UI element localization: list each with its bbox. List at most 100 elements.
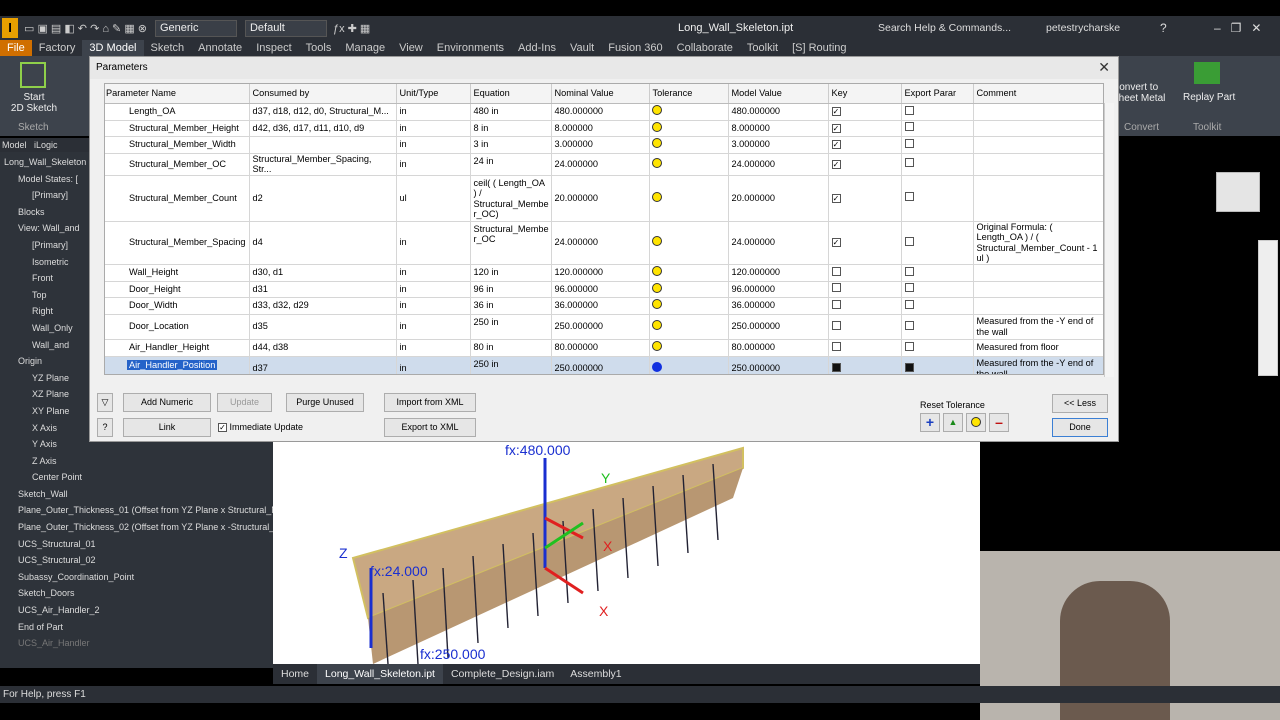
done-button[interactable]: Done	[1052, 418, 1108, 437]
key-cell[interactable]	[828, 297, 902, 315]
ribbon-tab-14[interactable]: Toolkit	[740, 40, 785, 56]
parameter-row[interactable]: Door_Width d33, d32, d29 in 36 in 36.000000 3…	[105, 297, 1103, 315]
ribbon-tab-10[interactable]: Add-Ins	[511, 40, 563, 56]
equation-cell[interactable]: 8 in	[470, 120, 552, 137]
export-cell[interactable]	[901, 120, 974, 137]
start-sketch-icon[interactable]	[20, 62, 46, 88]
parameter-row[interactable]: Length_OA d37, d18, d12, d0, Structural_M…	[105, 103, 1103, 121]
convert-sheet-metal-button[interactable]: Convert to Sheet Metal	[1112, 82, 1170, 104]
browser-node[interactable]: UCS_Structural_01	[0, 536, 273, 553]
ribbon-tab-5[interactable]: Inspect	[249, 40, 298, 56]
equation-cell[interactable]: ceil( ( Length_OA ) / Structural_Membe r…	[470, 175, 552, 222]
comment-cell[interactable]: Original Formula: ( Length_OA ) / ( Stru…	[973, 221, 1103, 265]
column-header[interactable]: Key	[828, 84, 902, 104]
equation-cell[interactable]: 24 in	[470, 153, 552, 176]
param-name-cell[interactable]: Door_Location	[105, 314, 250, 340]
update-button[interactable]: Update	[217, 393, 272, 412]
key-checkbox[interactable]: ✓	[831, 193, 841, 203]
key-checkbox[interactable]: ✓	[831, 159, 841, 169]
comment-cell[interactable]	[973, 120, 1103, 137]
export-cell[interactable]	[901, 221, 974, 265]
export-xml-button[interactable]: Export to XML	[384, 418, 476, 437]
ribbon-tab-1[interactable]: Factory	[32, 40, 83, 56]
export-cell[interactable]	[901, 175, 974, 222]
key-cell[interactable]: ✓	[828, 221, 902, 265]
param-name-cell[interactable]: Length_OA	[105, 103, 250, 121]
ribbon-tab-0[interactable]: File	[0, 40, 32, 56]
comment-cell[interactable]	[973, 297, 1103, 315]
nominal-value-cell[interactable]: 250.000000	[551, 314, 650, 340]
browser-node[interactable]: UCS_Air_Handler	[0, 635, 273, 652]
tab-home[interactable]: Home	[273, 668, 317, 680]
comment-cell[interactable]: Measured from the -Y end of the wall	[973, 314, 1103, 340]
material-select[interactable]: Generic	[154, 19, 237, 37]
ribbon-tab-4[interactable]: Annotate	[191, 40, 249, 56]
browser-node[interactable]: UCS_Air_Handler_2	[0, 602, 273, 619]
comment-cell[interactable]	[973, 264, 1103, 282]
parameter-row[interactable]: Wall_Height d30, d1 in 120 in 120.000000 120.…	[105, 264, 1103, 282]
key-cell[interactable]	[828, 356, 902, 374]
browser-node[interactable]: End of Part	[0, 619, 273, 636]
param-name-cell[interactable]: Structural_Member_OC	[105, 153, 250, 176]
nominal-value-cell[interactable]: 20.000000	[551, 175, 650, 222]
ribbon-tab-11[interactable]: Vault	[563, 40, 601, 56]
column-header[interactable]: Nominal Value	[551, 84, 650, 104]
tolerance-median-button[interactable]: ▲	[943, 413, 963, 432]
column-header[interactable]: Model Value	[728, 84, 829, 104]
export-checkbox[interactable]	[904, 138, 914, 148]
export-checkbox[interactable]	[904, 192, 914, 202]
equation-cell[interactable]: 250 in	[470, 356, 552, 374]
export-checkbox[interactable]	[904, 320, 914, 330]
tolerance-dot-icon[interactable]	[651, 236, 662, 247]
export-cell[interactable]	[901, 136, 974, 154]
nominal-value-cell[interactable]: 36.000000	[551, 297, 650, 315]
nominal-value-cell[interactable]: 480.000000	[551, 103, 650, 121]
parameter-row[interactable]: Structural_Member_Height d42, d36, d17, d…	[105, 120, 1103, 137]
replay-part-button[interactable]: Replay Part	[1183, 92, 1235, 103]
equation-cell[interactable]: 96 in	[470, 281, 552, 298]
tolerance-dot-icon[interactable]	[651, 362, 662, 373]
start-sketch-button[interactable]: Start 2D Sketch	[4, 92, 64, 114]
search-input[interactable]: Search Help & Commands...	[878, 22, 1011, 34]
window-controls[interactable]: – ❐ ✕	[1214, 21, 1262, 35]
tolerance-dot-icon[interactable]	[651, 282, 662, 293]
tab-long-wall[interactable]: Long_Wall_Skeleton.ipt	[317, 664, 443, 684]
export-checkbox[interactable]	[904, 283, 914, 293]
export-checkbox[interactable]	[904, 236, 914, 246]
column-header[interactable]: Consumed by	[249, 84, 397, 104]
browser-node[interactable]: Plane_Outer_Thickness_02 (Offset from YZ…	[0, 519, 273, 536]
ribbon-tab-2[interactable]: 3D Model	[82, 40, 144, 56]
immediate-update-checkbox[interactable]: ✓ Immediate Update	[218, 422, 303, 432]
export-checkbox[interactable]	[904, 122, 914, 132]
export-checkbox[interactable]	[904, 158, 914, 168]
key-cell[interactable]: ✓	[828, 136, 902, 154]
parameter-row[interactable]: Structural_Member_Spacing d4 in Structural_…	[105, 221, 1103, 265]
param-name-cell[interactable]: Air_Handler_Height	[105, 339, 250, 357]
key-checkbox[interactable]: ✓	[831, 123, 841, 133]
filter-icon[interactable]: ▽	[97, 393, 113, 412]
nominal-value-cell[interactable]: 250.000000	[551, 356, 650, 374]
equation-cell[interactable]: 3 in	[470, 136, 552, 154]
comment-cell[interactable]: Measured from floor	[973, 339, 1103, 357]
key-checkbox[interactable]	[831, 266, 841, 276]
nominal-value-cell[interactable]: 96.000000	[551, 281, 650, 298]
param-name-cell[interactable]: Structural_Member_Count	[105, 175, 250, 222]
browser-node[interactable]: UCS_Structural_02	[0, 552, 273, 569]
tolerance-dot-icon[interactable]	[651, 105, 662, 116]
export-cell[interactable]	[901, 356, 974, 374]
key-cell[interactable]: ✓	[828, 153, 902, 176]
help-icon[interactable]: ?	[97, 418, 113, 437]
export-cell[interactable]	[901, 314, 974, 340]
equation-cell[interactable]: Structural_Membe r_OC	[470, 221, 552, 265]
navigation-bar[interactable]	[1258, 240, 1278, 376]
purge-unused-button[interactable]: Purge Unused	[286, 393, 364, 412]
parameter-row[interactable]: Structural_Member_Width in 3 in 3.000000 3.0…	[105, 136, 1103, 154]
export-cell[interactable]	[901, 281, 974, 298]
column-header[interactable]: Comment	[973, 84, 1103, 104]
key-checkbox[interactable]	[831, 341, 841, 351]
nominal-value-cell[interactable]: 24.000000	[551, 221, 650, 265]
tab-ilogic[interactable]: iLogic	[34, 140, 58, 150]
import-xml-button[interactable]: Import from XML	[384, 393, 476, 412]
appearance-select[interactable]: Default	[244, 19, 327, 37]
param-name-cell[interactable]: Structural_Member_Spacing	[105, 221, 250, 265]
